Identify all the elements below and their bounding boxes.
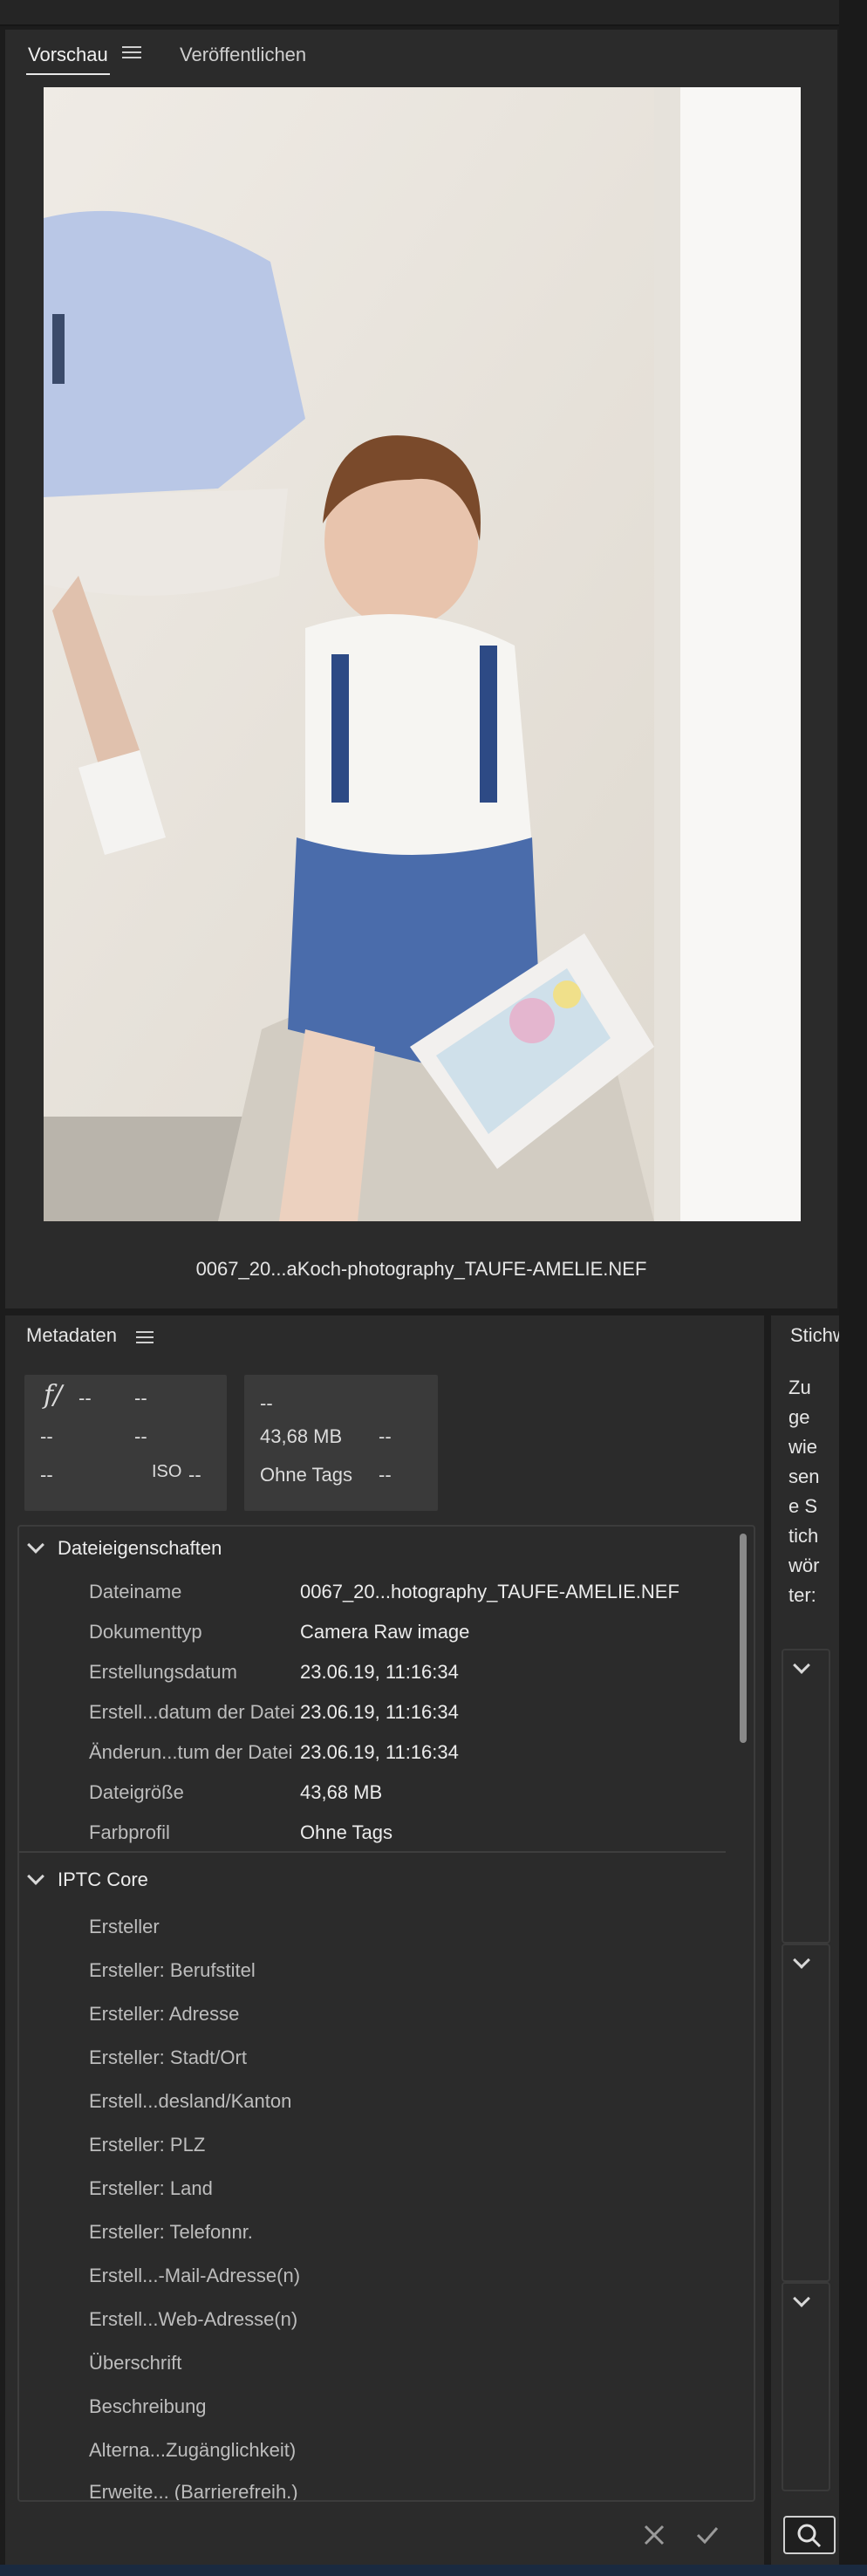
- iptc-field[interactable]: Überschrift: [89, 2352, 181, 2374]
- keyword-group[interactable]: [782, 2282, 830, 2491]
- iptc-field[interactable]: Ersteller: [89, 1916, 160, 1938]
- preview-filename: 0067_20...aKoch-photography_TAUFE-AMELIE…: [195, 1258, 647, 1280]
- metadata-properties[interactable]: Dateieigenschaften Dateiname 0067_20...h…: [17, 1525, 755, 2502]
- iptc-field[interactable]: Erstell...Web-Adresse(n): [89, 2308, 297, 2331]
- summary-value: --: [40, 1464, 53, 1486]
- file-summary: -- 43,68 MB -- Ohne Tags --: [244, 1375, 438, 1511]
- checkmark-icon: [696, 2527, 719, 2545]
- iptc-field[interactable]: Beschreibung: [89, 2395, 207, 2418]
- cancel-button[interactable]: [642, 2523, 666, 2547]
- metadata-panel: Metadaten f/ -- -- -- -- -- ISO -- -- 43…: [5, 1315, 764, 2565]
- keywords-panel: Stichwörter Zugewiesene Stichwörter:: [771, 1315, 841, 2565]
- property-label: Änderun...tum der Datei: [89, 1741, 293, 1763]
- search-icon: [797, 2524, 822, 2548]
- iptc-field[interactable]: Ersteller: Adresse: [89, 2003, 239, 2026]
- iptc-field[interactable]: Ersteller: Berufstitel: [89, 1959, 256, 1982]
- iso-label: ISO: [152, 1462, 182, 1481]
- keyword-group[interactable]: [782, 1649, 830, 1944]
- property-value[interactable]: 23.06.19, 11:16:34: [300, 1701, 459, 1724]
- summary-value: --: [134, 1425, 147, 1447]
- file-size-summary: 43,68 MB: [260, 1425, 343, 1447]
- property-label: Dokumenttyp: [89, 1621, 202, 1643]
- iptc-field[interactable]: Ersteller: Stadt/Ort: [89, 2046, 247, 2069]
- property-label: Dateigröße: [89, 1781, 184, 1803]
- close-icon: [644, 2525, 665, 2545]
- taskbar-strip: [0, 2565, 867, 2576]
- iptc-field[interactable]: Ersteller: PLZ: [89, 2134, 205, 2156]
- chevron-down-icon[interactable]: [793, 2290, 810, 2307]
- property-value[interactable]: 23.06.19, 11:16:34: [300, 1741, 459, 1764]
- chevron-down-icon: [27, 1868, 44, 1885]
- property-value[interactable]: Camera Raw image: [300, 1621, 469, 1643]
- iptc-field[interactable]: Erstell...desland/Kanton: [89, 2090, 291, 2113]
- iptc-field[interactable]: Alterna...Zugänglichkeit): [89, 2439, 296, 2462]
- scrollbar[interactable]: [740, 1534, 747, 1743]
- metadata-menu-icon[interactable]: [136, 1328, 154, 1347]
- keyword-search-button[interactable]: [783, 2516, 836, 2554]
- chevron-down-icon: [27, 1536, 44, 1554]
- summary-value: --: [379, 1425, 392, 1447]
- preview-menu-icon[interactable]: [122, 43, 141, 60]
- iptc-field[interactable]: Erweite... (Barrierefreih.): [89, 2481, 298, 2500]
- aperture-icon: f/: [44, 1380, 63, 1411]
- property-label: Erstellungsdatum: [89, 1661, 237, 1683]
- property-value[interactable]: 0067_20...hotography_TAUFE-AMELIE.NEF: [300, 1581, 679, 1603]
- aperture-value: --: [79, 1387, 92, 1409]
- keywords-title: Stichwörter: [790, 1324, 841, 1346]
- iptc-field[interactable]: Ersteller: Telefonnr.: [89, 2221, 253, 2244]
- summary-value: --: [379, 1464, 392, 1486]
- preview-panel: Vorschau Veröffentlichen 0067_20...aKoch…: [5, 30, 837, 1308]
- top-toolbar: [0, 0, 867, 26]
- metadata-title: Metadaten: [26, 1324, 117, 1346]
- tab-preview[interactable]: Vorschau: [26, 40, 110, 75]
- summary-value: --: [40, 1425, 53, 1447]
- iptc-field[interactable]: Erstell...-Mail-Adresse(n): [89, 2265, 300, 2287]
- iptc-header[interactable]: IPTC Core: [27, 1868, 148, 1891]
- camera-summary: f/ -- -- -- -- -- ISO --: [24, 1375, 227, 1511]
- panel-tabs: Vorschau Veröffentlichen: [5, 30, 837, 75]
- file-properties-header[interactable]: Dateieigenschaften: [27, 1536, 222, 1560]
- chevron-down-icon[interactable]: [793, 1657, 810, 1674]
- property-value[interactable]: 23.06.19, 11:16:34: [300, 1661, 459, 1684]
- file-properties-title: Dateieigenschaften: [58, 1537, 222, 1559]
- assigned-keywords-label: Zugewiesene Stichwörter:: [788, 1377, 820, 1606]
- tab-publish[interactable]: Veröffentlichen: [178, 40, 308, 73]
- property-label: Erstell...datum der Datei: [89, 1701, 295, 1723]
- window-edge: [839, 0, 867, 2576]
- shutter-value: --: [134, 1387, 147, 1409]
- color-profile-summary: Ohne Tags: [260, 1464, 353, 1486]
- iso-value: --: [188, 1464, 201, 1486]
- property-value[interactable]: Ohne Tags: [300, 1821, 393, 1844]
- section-divider: [19, 1851, 726, 1853]
- iptc-title: IPTC Core: [58, 1869, 148, 1890]
- property-value[interactable]: 43,68 MB: [300, 1781, 382, 1804]
- property-label: Dateiname: [89, 1581, 182, 1602]
- keyword-group[interactable]: [782, 1944, 830, 2282]
- summary-value: --: [260, 1392, 273, 1414]
- preview-image: [44, 87, 801, 1221]
- property-label: Farbprofil: [89, 1821, 170, 1843]
- confirm-button[interactable]: [694, 2523, 720, 2547]
- chevron-down-icon[interactable]: [793, 1951, 810, 1969]
- iptc-field[interactable]: Ersteller: Land: [89, 2177, 213, 2200]
